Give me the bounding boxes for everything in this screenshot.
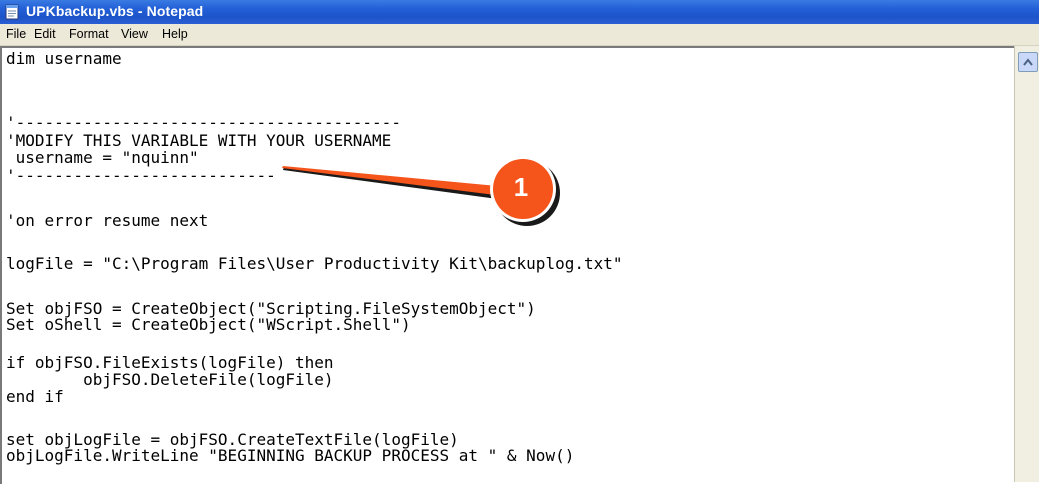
- callout-pointer: [282, 166, 510, 200]
- callout-number: 1: [513, 172, 529, 202]
- notepad-window: UPKbackup.vbs - Notepad File Edit Format…: [0, 0, 1039, 484]
